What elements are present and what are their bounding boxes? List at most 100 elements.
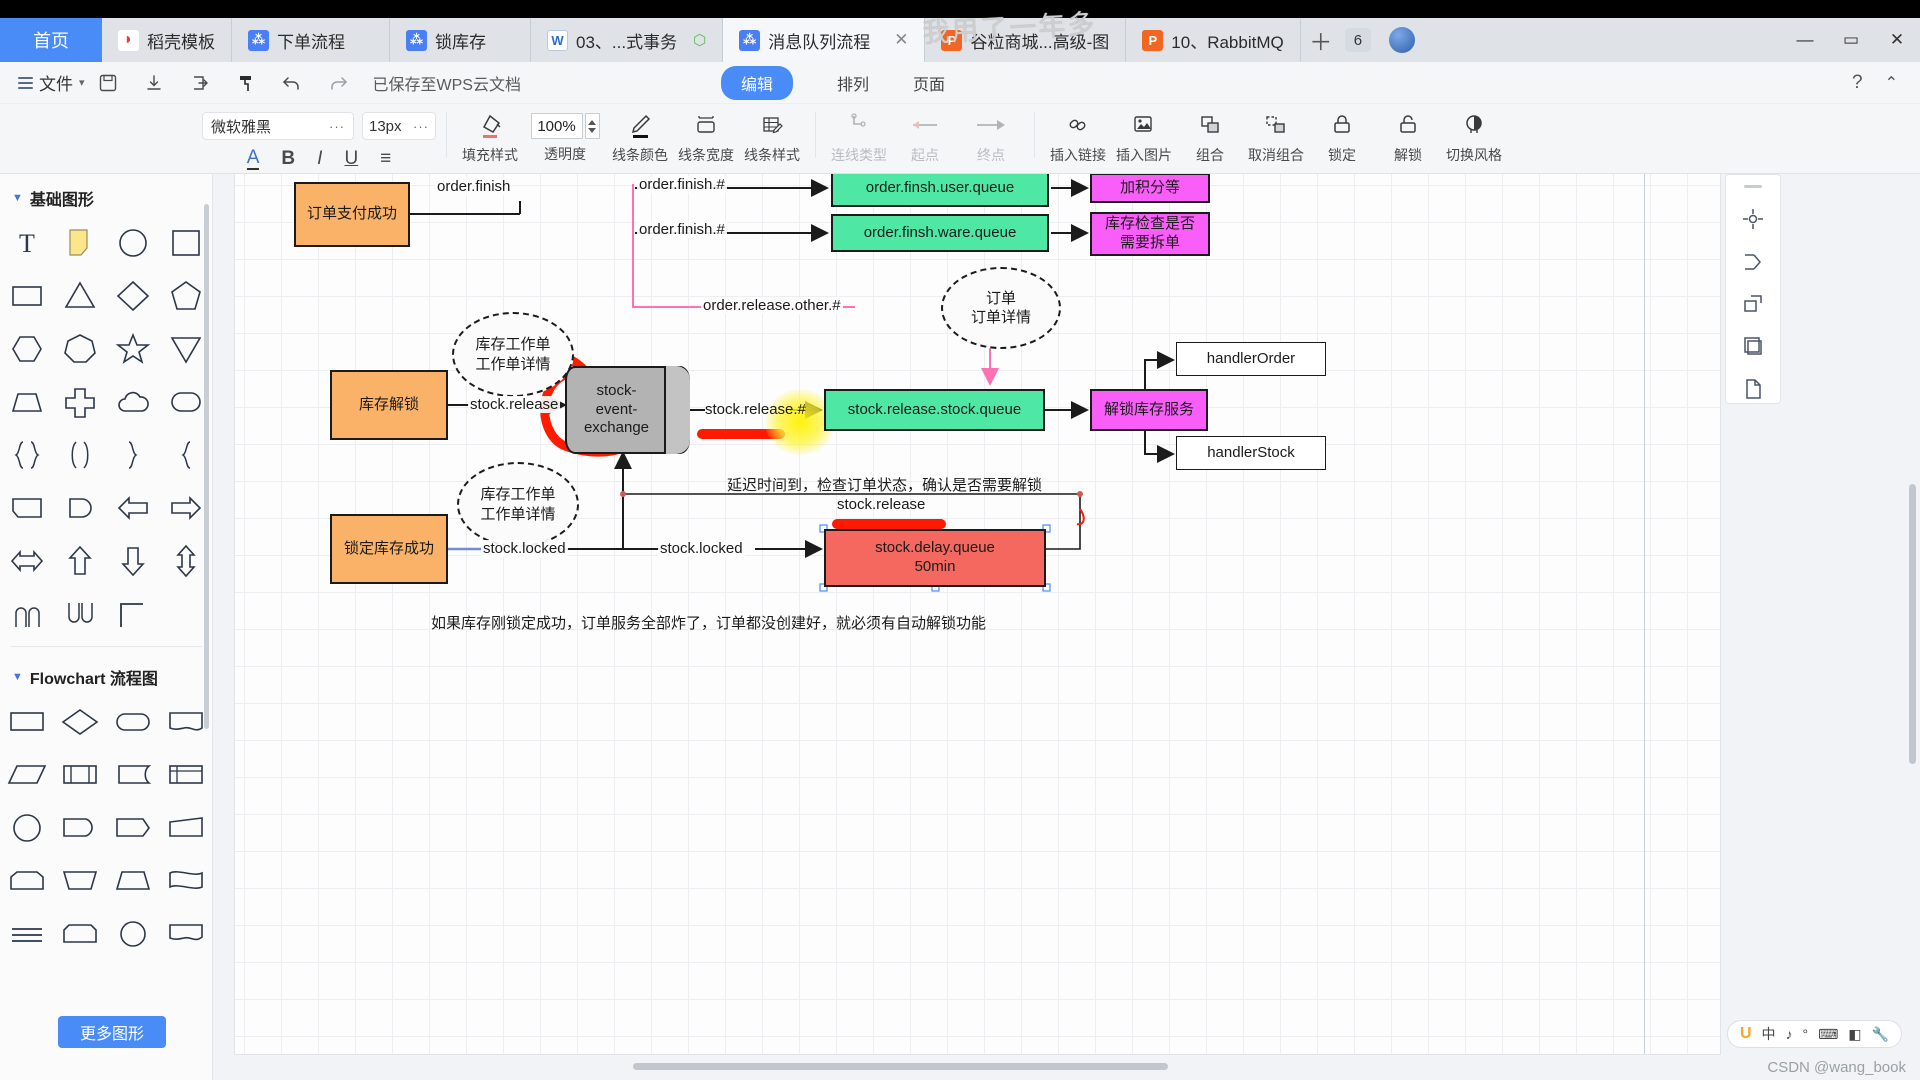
shape-note[interactable]: [53, 216, 106, 269]
node-stock-lock-success[interactable]: 锁定库存成功: [330, 514, 448, 584]
ime-keyboard-icon[interactable]: ⌨: [1818, 1026, 1838, 1043]
close-icon[interactable]: ✕: [894, 30, 908, 50]
shape-heptagon[interactable]: [53, 322, 106, 375]
start-point-tool[interactable]: 起点: [892, 104, 958, 165]
fc-manual-op[interactable]: [53, 854, 106, 907]
fc-stored-data[interactable]: [159, 748, 212, 801]
node-add-points[interactable]: 加积分等: [1090, 174, 1210, 203]
tab-lock-stock[interactable]: ⁂ 锁库存: [390, 18, 531, 62]
maximize-button[interactable]: ▭: [1828, 18, 1874, 62]
fc-circle[interactable]: [0, 801, 53, 854]
node-handler-order[interactable]: handlerOrder: [1176, 342, 1326, 376]
fc-predefined[interactable]: [53, 748, 106, 801]
shape-brackets[interactable]: [53, 428, 106, 481]
ime-note-icon[interactable]: ♪: [1786, 1026, 1793, 1042]
group-tool[interactable]: 组合: [1177, 104, 1243, 165]
insert-image-tool[interactable]: 插入图片: [1111, 104, 1177, 165]
ime-panel-icon[interactable]: ◧: [1848, 1026, 1861, 1043]
connector-type-tool[interactable]: 连线类型: [826, 104, 892, 165]
export-icon[interactable]: [177, 62, 223, 104]
shape-triangle[interactable]: [53, 269, 106, 322]
shape-brace-right[interactable]: [106, 428, 159, 481]
shape-text[interactable]: T: [0, 216, 53, 269]
shapes-icon[interactable]: [1738, 290, 1768, 318]
shape-rectangle[interactable]: [0, 269, 53, 322]
node-split-order-check[interactable]: 库存检查是否 需要拆单: [1090, 212, 1210, 256]
fc-trapezoid-up[interactable]: [106, 854, 159, 907]
diagram-page[interactable]: 订单支付成功 order.finish order.finish.# order…: [235, 174, 1720, 1054]
fc-data[interactable]: [0, 748, 53, 801]
shape-diamond[interactable]: [106, 269, 159, 322]
fc-loop-limit[interactable]: [53, 907, 106, 960]
ime-settings-icon[interactable]: 🔧: [1872, 1026, 1889, 1043]
chevron-up-icon[interactable]: ⌃: [1885, 73, 1898, 93]
fc-merge[interactable]: [159, 907, 212, 960]
file-menu[interactable]: 文件 ▾: [18, 70, 85, 95]
canvas-horizontal-scrollbar[interactable]: [213, 1060, 1920, 1072]
fc-display[interactable]: [106, 801, 159, 854]
node-stock-event-exchange[interactable]: stock- event- exchange: [565, 366, 690, 454]
tab-distributed-transaction[interactable]: W 03、...式事务 ⬡: [531, 18, 724, 62]
font-family-select[interactable]: 微软雅黑 ···: [202, 112, 354, 140]
shape-arrow-up[interactable]: [53, 534, 106, 587]
tab-rabbitmq[interactable]: P 10、RabbitMQ: [1126, 18, 1301, 62]
tab-order-flow[interactable]: ⁂ 下单流程: [232, 18, 390, 62]
tab-page[interactable]: 页面: [913, 71, 945, 95]
shape-curly-braces[interactable]: [0, 428, 53, 481]
shape-trapezoid[interactable]: [0, 375, 53, 428]
shape-hexagon[interactable]: [0, 322, 53, 375]
node-order-pay-success[interactable]: 订单支付成功: [294, 182, 410, 247]
line-color-tool[interactable]: 线条颜色: [607, 104, 673, 165]
ime-logo[interactable]: U: [1740, 1025, 1752, 1043]
node-order-detail[interactable]: 订单 订单详情: [941, 267, 1061, 349]
shape-arrow-left-right[interactable]: [0, 534, 53, 587]
opacity-value[interactable]: 100%: [530, 113, 583, 139]
fc-delay[interactable]: [53, 801, 106, 854]
canvas-area[interactable]: 订单支付成功 order.finish order.finish.# order…: [213, 174, 1920, 1080]
tab-docer-template[interactable]: ◗ 稻壳模板: [102, 18, 232, 62]
tab-message-queue-flow[interactable]: ⁂ 消息队列流程 ✕: [723, 18, 926, 62]
node-order-finsh-user-queue[interactable]: order.finsh.user.queue: [831, 174, 1049, 207]
font-size-more-icon[interactable]: ···: [413, 119, 429, 134]
shape-corner[interactable]: [106, 587, 159, 640]
new-tab-button[interactable]: ＋: [1301, 18, 1341, 62]
save-icon[interactable]: [85, 62, 131, 104]
shape-arc-u[interactable]: [53, 587, 106, 640]
bold-icon[interactable]: B: [281, 148, 295, 170]
edit-mode-button[interactable]: 编辑: [720, 65, 793, 100]
shape-cross[interactable]: [53, 375, 106, 428]
minimize-button[interactable]: —: [1782, 18, 1828, 62]
undo-icon[interactable]: [269, 62, 315, 104]
page-icon[interactable]: [1738, 375, 1768, 403]
fc-tape[interactable]: [159, 854, 212, 907]
shape-circle[interactable]: [106, 216, 159, 269]
more-shapes-button[interactable]: 更多图形: [58, 1016, 166, 1048]
node-work-order-detail-2[interactable]: 库存工作单 工作单详情: [457, 462, 579, 547]
insert-link-tool[interactable]: 插入链接: [1045, 104, 1111, 165]
shape-card[interactable]: [0, 481, 53, 534]
download-icon[interactable]: [131, 62, 177, 104]
font-size-select[interactable]: 13px ···: [362, 112, 436, 140]
fc-terminator[interactable]: [106, 695, 159, 748]
shape-star[interactable]: [106, 322, 159, 375]
fc-preparation[interactable]: [0, 854, 53, 907]
drag-handle[interactable]: [1744, 185, 1762, 188]
shape-d-shape[interactable]: [53, 481, 106, 534]
node-stock-release-stock-queue[interactable]: stock.release.stock.queue: [824, 389, 1045, 431]
end-point-tool[interactable]: 终点: [958, 104, 1024, 165]
align-icon[interactable]: ≡: [380, 148, 391, 170]
layers-icon[interactable]: [1738, 332, 1768, 360]
node-unlock-stock-service[interactable]: 解锁库存服务: [1090, 389, 1208, 431]
line-style-tool[interactable]: 线条样式: [739, 104, 805, 165]
shape-arc-n[interactable]: [0, 587, 53, 640]
ime-mode-chinese[interactable]: 中: [1762, 1024, 1776, 1044]
shape-panel-scrollbar[interactable]: [204, 204, 209, 729]
italic-icon[interactable]: I: [317, 148, 322, 170]
fc-connector[interactable]: [106, 907, 159, 960]
connector-icon[interactable]: [1738, 247, 1768, 275]
node-stock-delay-queue[interactable]: stock.delay.queue 50min: [824, 529, 1046, 587]
node-work-order-detail-1[interactable]: 库存工作单 工作单详情: [452, 312, 574, 397]
shape-arrow-down[interactable]: [106, 534, 159, 587]
node-order-finsh-ware-queue[interactable]: order.finsh.ware.queue: [831, 214, 1049, 252]
fc-process[interactable]: [0, 695, 53, 748]
